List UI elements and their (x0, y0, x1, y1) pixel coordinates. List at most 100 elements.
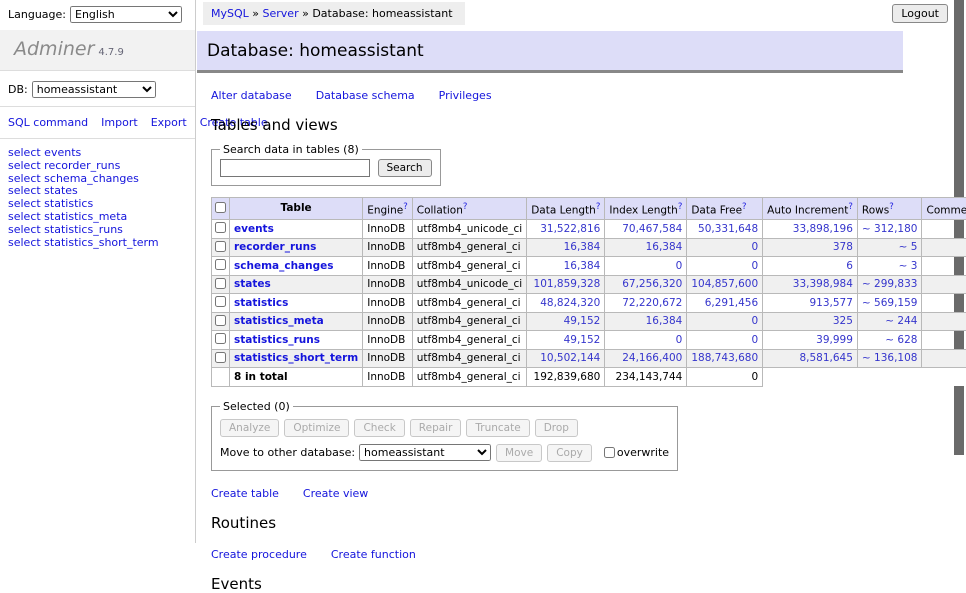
sidebar-item-select-statistics-meta[interactable]: select statistics_meta (8, 211, 195, 224)
sidebar-item-select-events[interactable]: select events (8, 147, 195, 160)
table-row-schema-changes: schema_changesInnoDButf8mb4_general_ci16… (212, 257, 966, 276)
row-checkbox[interactable] (215, 278, 226, 289)
data-length-cell[interactable]: 48,824,320 (527, 294, 605, 313)
link-create-table[interactable]: Create table (211, 487, 279, 500)
row-checkbox[interactable] (215, 352, 226, 363)
link-database-schema[interactable]: Database schema (316, 89, 415, 102)
index-length-cell[interactable]: 70,467,584 (605, 220, 687, 239)
row-checkbox[interactable] (215, 241, 226, 252)
help-link[interactable]: ? (596, 202, 601, 212)
help-link[interactable]: ? (403, 202, 408, 212)
help-link[interactable]: ? (742, 202, 747, 212)
index-length-cell[interactable]: 24,166,400 (605, 349, 687, 368)
breadcrumb-link-mysql[interactable]: MySQL (211, 7, 249, 20)
sidebar-action-export[interactable]: Export (151, 116, 187, 129)
link-create-view[interactable]: Create view (303, 487, 368, 500)
index-length-cell[interactable]: 0 (605, 257, 687, 276)
column-header-engine: Engine? (363, 198, 413, 220)
column-header-rows: Rows? (857, 198, 922, 220)
link-create-procedure[interactable]: Create procedure (211, 548, 307, 561)
data-free-cell[interactable]: 6,291,456 (687, 294, 763, 313)
row-checkbox[interactable] (215, 222, 226, 233)
sidebar-item-select-statistics-short-term[interactable]: select statistics_short_term (8, 237, 195, 250)
overwrite-checkbox[interactable] (604, 447, 615, 458)
row-checkbox[interactable] (215, 315, 226, 326)
index-length-cell[interactable]: 67,256,320 (605, 275, 687, 294)
data-length-cell[interactable]: 31,522,816 (527, 220, 605, 239)
auto-increment-cell[interactable]: 913,577 (763, 294, 858, 313)
rows-cell[interactable]: ~ 569,159 (857, 294, 922, 313)
rows-cell[interactable]: ~ 3 (857, 257, 922, 276)
table-row-statistics: statisticsInnoDButf8mb4_general_ci48,824… (212, 294, 966, 313)
data-length-cell[interactable]: 16,384 (527, 238, 605, 257)
table-name-cell: statistics (230, 294, 363, 313)
auto-increment-cell[interactable]: 325 (763, 312, 858, 331)
rows-cell[interactable]: ~ 136,108 (857, 349, 922, 368)
db-select[interactable]: homeassistant (32, 81, 156, 98)
language-select[interactable]: English (70, 6, 182, 23)
row-checkbox[interactable] (215, 296, 226, 307)
sidebar-action-sql-command[interactable]: SQL command (8, 116, 88, 129)
data-free-cell[interactable]: 188,743,680 (687, 349, 763, 368)
help-link[interactable]: ? (848, 202, 853, 212)
data-length-cell[interactable]: 101,859,328 (527, 275, 605, 294)
data-free-cell[interactable]: 0 (687, 331, 763, 350)
data-length-cell[interactable]: 49,152 (527, 312, 605, 331)
table-link-statistics-meta[interactable]: statistics_meta (234, 315, 324, 327)
sidebar-action-import[interactable]: Import (101, 116, 138, 129)
index-length-cell[interactable]: 0 (605, 331, 687, 350)
data-length-cell[interactable]: 10,502,144 (527, 349, 605, 368)
row-checkbox[interactable] (215, 259, 226, 270)
index-length-cell[interactable]: 16,384 (605, 238, 687, 257)
table-link-states[interactable]: states (234, 278, 271, 290)
adminer-logo-link[interactable]: Adminer (14, 38, 94, 60)
rows-cell[interactable]: ~ 299,833 (857, 275, 922, 294)
data-length-cell[interactable]: 49,152 (527, 331, 605, 350)
empty-cell (857, 368, 922, 387)
link-create-function[interactable]: Create function (331, 548, 416, 561)
table-link-statistics-runs[interactable]: statistics_runs (234, 334, 320, 346)
sidebar-item-select-recorder-runs[interactable]: select recorder_runs (8, 160, 195, 173)
search-button[interactable]: Search (378, 159, 432, 177)
help-link[interactable]: ? (889, 202, 894, 212)
index-length-cell[interactable]: 72,220,672 (605, 294, 687, 313)
row-checkbox-cell (212, 331, 230, 350)
help-link[interactable]: ? (678, 202, 683, 212)
rows-cell[interactable]: ~ 244 (857, 312, 922, 331)
routines-heading: Routines (211, 514, 966, 532)
help-link[interactable]: ? (463, 202, 468, 212)
table-link-events[interactable]: events (234, 223, 274, 235)
data-free-cell[interactable]: 50,331,648 (687, 220, 763, 239)
collation-cell: utf8mb4_unicode_ci (412, 220, 526, 239)
move-db-select[interactable]: homeassistant (359, 444, 491, 461)
auto-increment-cell[interactable]: 33,898,196 (763, 220, 858, 239)
auto-increment-cell[interactable]: 33,398,984 (763, 275, 858, 294)
table-link-schema-changes[interactable]: schema_changes (234, 260, 334, 272)
total-checkbox-cell (212, 368, 230, 387)
data-free-cell[interactable]: 0 (687, 257, 763, 276)
sidebar-item-select-statistics-runs[interactable]: select statistics_runs (8, 224, 195, 237)
auto-increment-cell[interactable]: 39,999 (763, 331, 858, 350)
rows-cell[interactable]: ~ 5 (857, 238, 922, 257)
index-length-cell[interactable]: 16,384 (605, 312, 687, 331)
rows-cell[interactable]: ~ 628 (857, 331, 922, 350)
row-checkbox[interactable] (215, 333, 226, 344)
link-privileges[interactable]: Privileges (439, 89, 492, 102)
link-alter-database[interactable]: Alter database (211, 89, 292, 102)
search-input[interactable] (220, 159, 370, 177)
table-link-statistics-short-term[interactable]: statistics_short_term (234, 352, 358, 364)
breadcrumb-separator: » (249, 7, 263, 20)
auto-increment-cell[interactable]: 6 (763, 257, 858, 276)
select-all-checkbox[interactable] (215, 202, 226, 213)
data-free-cell[interactable]: 0 (687, 238, 763, 257)
data-free-cell[interactable]: 0 (687, 312, 763, 331)
table-link-recorder-runs[interactable]: recorder_runs (234, 241, 316, 253)
auto-increment-cell[interactable]: 8,581,645 (763, 349, 858, 368)
breadcrumb-link-server[interactable]: Server (263, 7, 299, 20)
table-link-statistics[interactable]: statistics (234, 297, 288, 309)
data-length-cell[interactable]: 16,384 (527, 257, 605, 276)
rows-cell[interactable]: ~ 312,180 (857, 220, 922, 239)
data-free-cell[interactable]: 104,857,600 (687, 275, 763, 294)
auto-increment-cell[interactable]: 378 (763, 238, 858, 257)
engine-cell: InnoDB (363, 331, 413, 350)
